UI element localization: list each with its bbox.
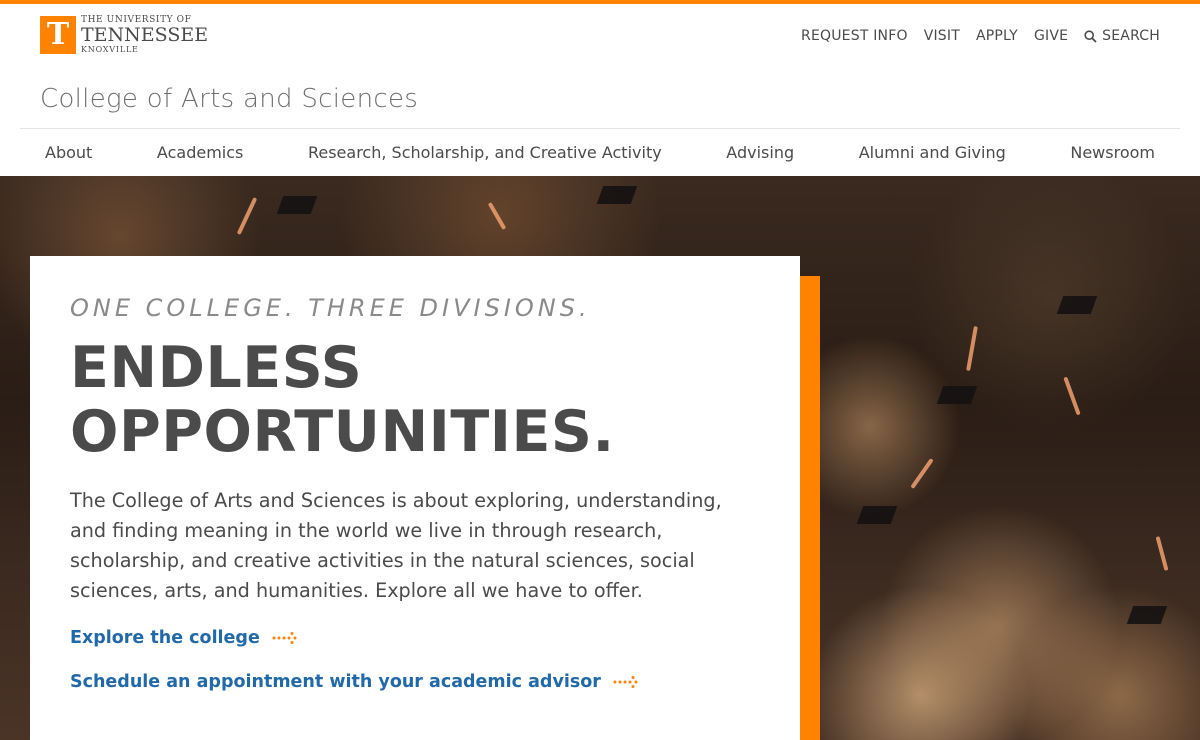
logo-line2: TENNESSEE bbox=[81, 24, 209, 46]
dotted-arrow-icon bbox=[613, 676, 638, 688]
utility-nav: REQUEST INFO VISIT APPLY GIVE SEARCH bbox=[801, 28, 1160, 44]
logo-line3: KNOXVILLE bbox=[81, 45, 139, 54]
schedule-advisor-link[interactable]: Schedule an appointment with your academ… bbox=[70, 672, 760, 692]
graduation-cap-shape bbox=[276, 196, 318, 214]
search-button[interactable]: SEARCH bbox=[1084, 28, 1160, 44]
tassel-shape bbox=[910, 458, 934, 489]
nav-item-newsroom[interactable]: Newsroom bbox=[1070, 143, 1155, 162]
tassel-shape bbox=[236, 197, 258, 235]
logo-wordmark: THE UNIVERSITY OF TENNESSEE KNOXVILLE bbox=[81, 16, 208, 54]
give-link[interactable]: GIVE bbox=[1034, 28, 1068, 44]
hero-body-text: The College of Arts and Sciences is abou… bbox=[70, 489, 722, 602]
tassel-shape bbox=[966, 325, 978, 372]
university-logo[interactable]: T THE UNIVERSITY OF TENNESSEE KNOXVILLE bbox=[40, 16, 208, 54]
graduation-cap-shape bbox=[936, 386, 978, 404]
nav-item-alumni-giving[interactable]: Alumni and Giving bbox=[859, 143, 1006, 162]
search-label: SEARCH bbox=[1102, 28, 1160, 44]
schedule-advisor-label: Schedule an appointment with your academ… bbox=[70, 672, 601, 692]
dotted-arrow-icon bbox=[272, 632, 297, 644]
graduation-cap-shape bbox=[1056, 296, 1098, 314]
explore-college-link[interactable]: Explore the college bbox=[70, 628, 760, 648]
hero-eyebrow: ONE COLLEGE. THREE DIVISIONS. bbox=[70, 294, 591, 322]
tassel-shape bbox=[1155, 536, 1169, 571]
main-nav: About Academics Research, Scholarship, a… bbox=[20, 129, 1180, 176]
graduation-cap-shape bbox=[596, 186, 638, 204]
request-info-link[interactable]: REQUEST INFO bbox=[801, 28, 908, 44]
graduation-cap-shape bbox=[1126, 606, 1168, 624]
search-icon bbox=[1084, 29, 1097, 43]
graduation-cap-shape bbox=[856, 506, 898, 524]
visit-link[interactable]: VISIT bbox=[924, 28, 960, 44]
hero-card: ONE COLLEGE. THREE DIVISIONS. ENDLESS OP… bbox=[30, 256, 800, 740]
nav-item-research[interactable]: Research, Scholarship, and Creative Acti… bbox=[308, 143, 662, 162]
tassel-shape bbox=[1063, 376, 1081, 416]
orange-accent-bar bbox=[800, 276, 820, 740]
nav-item-academics[interactable]: Academics bbox=[157, 143, 243, 162]
power-t-logo-icon: T bbox=[40, 16, 76, 54]
explore-college-label: Explore the college bbox=[70, 628, 260, 648]
nav-item-about[interactable]: About bbox=[45, 143, 92, 162]
top-accent-bar bbox=[0, 0, 1200, 4]
headline-line1: ENDLESS bbox=[70, 335, 363, 401]
site-title[interactable]: College of Arts and Sciences bbox=[40, 84, 418, 114]
apply-link[interactable]: APPLY bbox=[976, 28, 1018, 44]
tassel-shape bbox=[487, 202, 507, 230]
hero-headline: ENDLESS OPPORTUNITIES. bbox=[70, 336, 760, 464]
headline-line2: OPPORTUNITIES. bbox=[70, 399, 615, 465]
nav-item-advising[interactable]: Advising bbox=[726, 143, 794, 162]
